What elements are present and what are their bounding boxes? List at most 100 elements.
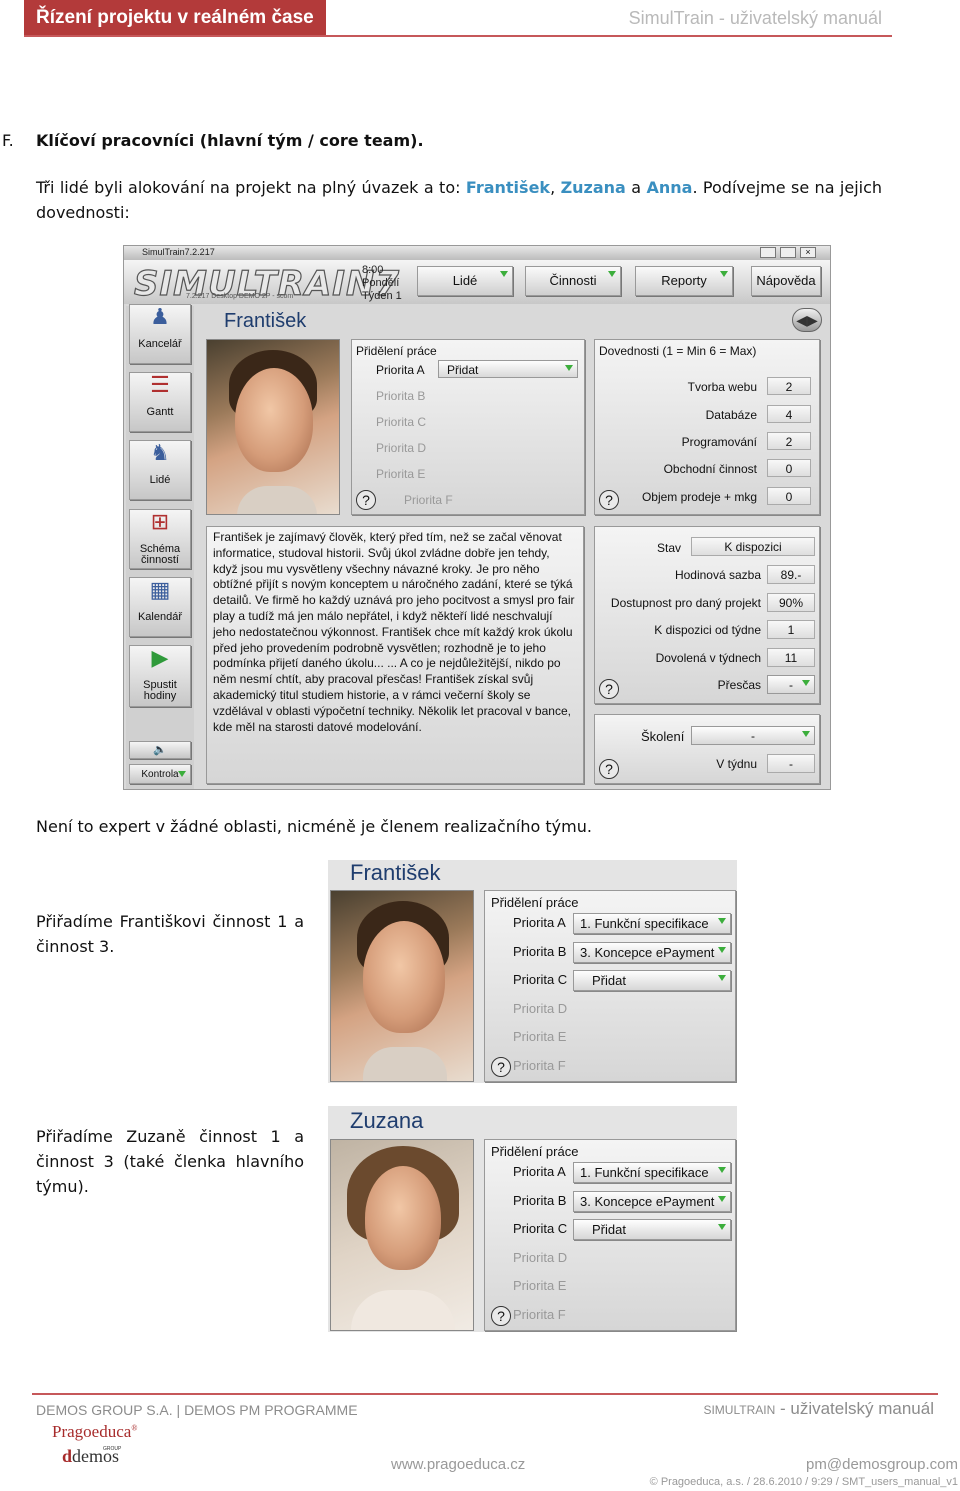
intro-paragraph: Tři lidé byli alokování na projekt na pl… (36, 178, 883, 222)
footer-company: DEMOS GROUP S.A. | DEMOS PM PROGRAMME (36, 1402, 358, 1418)
training-week-value: - (767, 754, 815, 773)
footer-manual: SIMULTRAIN - uživatelský manuál (703, 1399, 934, 1418)
training-dropdown[interactable]: - (691, 726, 815, 745)
skill-label: Tvorba webu (687, 380, 757, 394)
skill-value: 0 (767, 487, 811, 505)
logo-version: 7.2.217 Desktop DEMO 2P - scom (186, 293, 294, 300)
person-photo (206, 339, 340, 515)
pragoeduca-logo: Pragoeduca® (52, 1422, 138, 1441)
kontrola-dropdown[interactable]: Kontrola (129, 764, 191, 784)
crop-assignment-panel: Přidělení práce Priorita A 1. Funkční sp… (484, 890, 736, 1082)
zuzana-assignment-crop: Zuzana Přidělení práce Priorita A 1. Fun… (328, 1106, 737, 1332)
priority-a-dropdown[interactable]: Přidat (438, 360, 578, 378)
from-week-value: 1 (767, 620, 815, 639)
holiday-value: 11 (767, 648, 815, 667)
status-panel: Stav K dispozici Hodinová sazba 89.- Dos… (594, 526, 820, 704)
zuzana-photo (330, 1139, 474, 1331)
speaker-icon: 🔈 (153, 744, 167, 756)
help-icon[interactable]: ? (491, 1306, 511, 1326)
close-icon[interactable]: × (800, 247, 816, 258)
office-icon: ♟ (150, 304, 170, 329)
priority-c-label: Priorita C (513, 972, 568, 987)
training-week-label: V týdnu (716, 757, 757, 771)
menu-reporty[interactable]: Reporty (635, 266, 733, 296)
crop-person-name: Zuzana (350, 1108, 424, 1133)
sidebar-item-schema[interactable]: ⊞ Schéma činností (129, 509, 191, 569)
priority-d-label: Priorita D (513, 1250, 568, 1265)
section-heading: Klíčoví pracovníci (hlavní tým / core te… (36, 131, 424, 150)
priority-a-label: Priorita A (376, 363, 425, 377)
crop-assignment-title: Přidělení práce (491, 1144, 579, 1159)
maximize-icon[interactable] (780, 247, 796, 258)
frantisek-assignment-crop: František Přidělení práce Priorita A 1. … (328, 860, 737, 1083)
section-letter: F. (2, 131, 14, 150)
priority-a-label: Priorita A (513, 915, 566, 930)
header-title: Řízení projektu v reálném čase (24, 0, 326, 36)
priority-b-dropdown[interactable]: 3. Koncepce ePayment (573, 942, 731, 963)
header-divider (24, 35, 892, 37)
sim-clock: 8:00 Pondělí Týden 1 (362, 264, 402, 302)
nav-arrows-icon[interactable]: ◀▶ (792, 308, 822, 332)
priority-d-label: Priorita D (513, 1001, 568, 1016)
menu-napoveda[interactable]: Nápověda (751, 266, 821, 296)
priority-b-dropdown[interactable]: 3. Koncepce ePayment (573, 1191, 731, 1212)
help-icon[interactable]: ? (356, 490, 376, 510)
play-icon: ▶ (151, 645, 169, 670)
skill-value: 4 (767, 405, 811, 423)
priority-a-dropdown[interactable]: 1. Funkční specifikace (573, 1162, 731, 1183)
assign-frantisek-text: Přiřadíme Františkovi činnost 1 a činnos… (36, 912, 304, 956)
status-value: K dispozici (691, 537, 815, 556)
people-icon: ♞ (150, 440, 170, 465)
training-label: Školení (641, 729, 685, 744)
priority-e-label: Priorita E (376, 467, 426, 481)
skill-label: Obchodní činnost (663, 462, 757, 476)
minimize-icon[interactable] (760, 247, 776, 258)
sound-button[interactable]: 🔈 (129, 741, 191, 759)
priority-c-dropdown[interactable]: Přidat (573, 970, 731, 991)
sidebar-item-spustit[interactable]: ▶ Spustit hodiny (129, 645, 191, 707)
priority-e-label: Priorita E (513, 1278, 567, 1293)
network-icon: ⊞ (150, 509, 170, 534)
crop-assignment-panel: Přidělení práce Priorita A 1. Funkční sp… (484, 1139, 736, 1331)
gantt-icon: ☰ (150, 372, 170, 397)
demos-logo: ddemos (62, 1446, 120, 1466)
help-icon[interactable]: ? (599, 490, 619, 510)
overtime-dropdown[interactable]: - (767, 675, 815, 694)
availability-label: Dostupnost pro daný projekt (610, 596, 761, 610)
skill-label: Objem prodeje + mkg (641, 490, 757, 504)
footer-email-link[interactable]: pm@demosgroup.com (806, 1456, 958, 1473)
help-icon[interactable]: ? (599, 679, 619, 699)
skills-title: Dovednosti (1 = Min 6 = Max) (599, 344, 757, 358)
help-icon[interactable]: ? (599, 759, 619, 779)
priority-f-label: Priorita F (404, 493, 453, 507)
priority-c-label: Priorita C (376, 415, 427, 429)
skills-panel: Dovednosti (1 = Min 6 = Max) Tvorba webu… (594, 339, 820, 515)
priority-e-label: Priorita E (513, 1029, 567, 1044)
calendar-icon: ▦ (149, 577, 171, 602)
menu-lide[interactable]: Lidé (417, 266, 513, 296)
help-icon[interactable]: ? (491, 1057, 511, 1077)
header-manual-title: SimulTrain - uživatelský manuál (628, 8, 882, 28)
holiday-label: Dovolená v týdnech (655, 651, 761, 665)
priority-d-label: Priorita D (376, 441, 427, 455)
name-zuzana: Zuzana (560, 178, 626, 197)
skill-value: 0 (767, 459, 811, 477)
footer-url-link[interactable]: www.pragoeduca.cz (391, 1456, 525, 1473)
priority-c-dropdown[interactable]: Přidat (573, 1219, 731, 1240)
sidebar-item-lide[interactable]: ♞ Lidé (129, 440, 191, 500)
priority-a-dropdown[interactable]: 1. Funkční specifikace (573, 913, 731, 934)
assign-zuzana-text: Přiřadíme Zuzaně činnost 1 a činnost 3 (… (36, 1127, 304, 1196)
priority-b-label: Priorita B (513, 1193, 567, 1208)
crop-person-name: František (350, 860, 441, 885)
rate-label: Hodinová sazba (674, 568, 761, 582)
priority-b-label: Priorita B (513, 944, 567, 959)
sidebar-item-kalendar[interactable]: ▦ Kalendář (129, 577, 191, 637)
overtime-label: Přesčas (717, 678, 761, 692)
footer-divider (32, 1393, 938, 1395)
priority-a-label: Priorita A (513, 1164, 566, 1179)
skill-value: 2 (767, 377, 811, 395)
name-anna: Anna (646, 178, 693, 197)
menu-cinnosti[interactable]: Činnosti (525, 266, 621, 296)
sidebar-item-kancelar[interactable]: ♟ Kancelář (129, 304, 191, 364)
sidebar-item-gantt[interactable]: ☰ Gantt (129, 372, 191, 432)
